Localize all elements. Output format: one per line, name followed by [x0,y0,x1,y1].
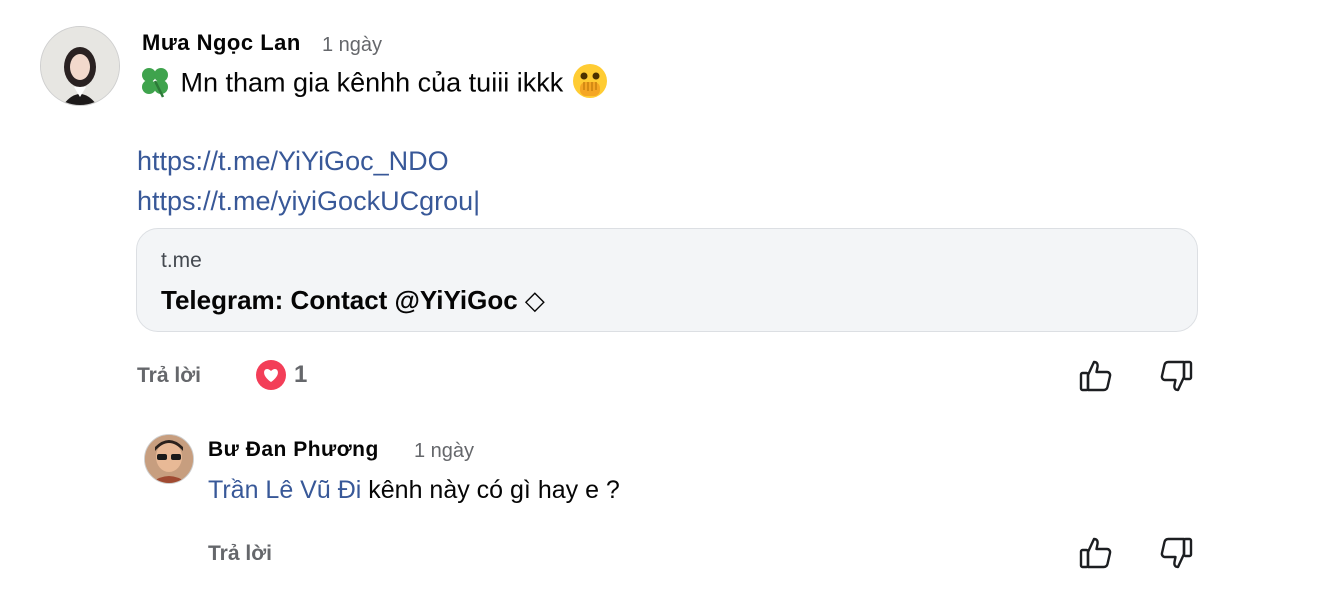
face-with-open-eyes-and-hand-over-mouth-icon [571,62,609,107]
reply-reply-button[interactable]: Trả lời [208,542,272,566]
replier-avatar[interactable] [144,434,194,484]
reply-like-thumbs-up-icon[interactable] [1078,535,1114,571]
reply-timestamp[interactable]: 1 ngày [414,440,474,463]
heart-reaction-icon [256,360,286,390]
link-preview-card[interactable]: t.me Telegram: Contact @YiYiGoc ◇ [136,228,1198,332]
comment-timestamp[interactable]: 1 ngày [322,34,382,57]
reply-text-line: Trần Lê Vũ Đi kênh này có gì hay e ? [208,476,620,505]
preview-domain: t.me [161,249,202,272]
telegram-link-1[interactable]: https://t.me/YiYiGoc_NDO [137,146,449,177]
reaction-count: 1 [294,361,308,388]
four-leaf-clover-icon [137,63,173,106]
dislike-thumbs-down-icon[interactable] [1158,358,1194,394]
commenter-name[interactable]: Mưa Ngọc Lan [142,30,301,56]
preview-title: Telegram: Contact @YiYiGoc ◇ [161,285,545,315]
mention-link[interactable]: Trần Lê Vũ Đi [208,476,361,504]
reaction-summary[interactable]: 1 [256,360,307,390]
comment-text: Mn tham gia kênhh của tuiii ikkk [180,67,564,98]
comment-text-line: Mn tham gia kênhh của tuiii ikkk [137,62,609,107]
reply-dislike-thumbs-down-icon[interactable] [1158,535,1194,571]
reply-text: kênh này có gì hay e ? [361,476,620,504]
commenter-avatar[interactable] [40,26,120,106]
like-thumbs-up-icon[interactable] [1078,358,1114,394]
reply-button[interactable]: Trả lời [137,364,201,388]
replier-name[interactable]: Bư Đan Phương [208,438,379,462]
telegram-link-2[interactable]: https://t.me/yiyiGockUCgrou| [137,186,480,217]
